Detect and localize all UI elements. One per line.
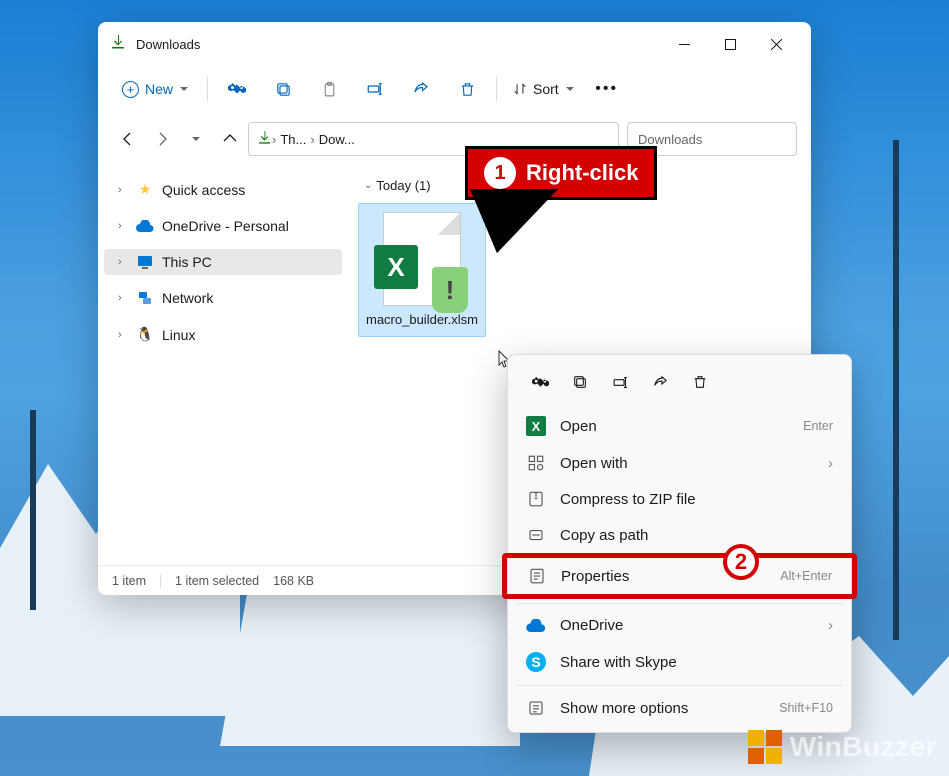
ctx-skype[interactable]: S Share with Skype bbox=[508, 643, 851, 681]
linux-icon: 🐧 bbox=[136, 326, 154, 343]
titlebar: Downloads bbox=[98, 22, 811, 66]
pc-icon bbox=[136, 255, 154, 269]
ctx-share-button[interactable] bbox=[642, 367, 678, 397]
window-title: Downloads bbox=[136, 37, 661, 52]
sidebar-item-linux[interactable]: › 🐧 Linux bbox=[104, 321, 342, 348]
skype-icon: S bbox=[526, 652, 546, 672]
excel-icon: X bbox=[526, 416, 546, 436]
downloads-icon bbox=[110, 34, 126, 55]
nav-row: › Th... › Dow... Downloads bbox=[98, 116, 811, 168]
sidebar: › ★ Quick access › OneDrive - Personal ›… bbox=[98, 168, 348, 561]
cloud-icon bbox=[526, 619, 546, 632]
minimize-button[interactable] bbox=[661, 28, 707, 60]
context-toolbar bbox=[508, 361, 851, 407]
plus-icon: + bbox=[122, 81, 139, 98]
up-button[interactable] bbox=[214, 122, 246, 156]
cloud-icon bbox=[136, 220, 154, 232]
sort-button[interactable]: Sort bbox=[505, 81, 583, 97]
network-icon bbox=[136, 291, 154, 305]
star-icon: ★ bbox=[136, 181, 154, 198]
toolbar: + New Sort ••• bbox=[98, 66, 811, 116]
rename-button[interactable] bbox=[354, 72, 396, 106]
chevron-right-icon: › bbox=[828, 455, 833, 472]
more-button[interactable]: ••• bbox=[587, 72, 627, 106]
cut-button[interactable] bbox=[216, 72, 258, 106]
ctx-delete-button[interactable] bbox=[682, 367, 718, 397]
recent-button[interactable] bbox=[180, 122, 212, 156]
ctx-onedrive[interactable]: OneDrive › bbox=[508, 608, 851, 643]
ctx-open-with[interactable]: Open with › bbox=[508, 445, 851, 481]
chevron-right-icon: › bbox=[828, 617, 833, 634]
ctx-cut-button[interactable] bbox=[522, 367, 558, 397]
copy-button[interactable] bbox=[262, 72, 304, 106]
open-with-icon bbox=[526, 454, 546, 472]
share-button[interactable] bbox=[400, 72, 442, 106]
downloads-icon bbox=[257, 130, 272, 148]
context-menu: X Open Enter Open with › Compress to ZIP… bbox=[507, 354, 852, 733]
delete-button[interactable] bbox=[446, 72, 488, 106]
more-icon bbox=[526, 699, 546, 717]
sidebar-item-quickaccess[interactable]: › ★ Quick access bbox=[104, 176, 342, 203]
sidebar-item-network[interactable]: › Network bbox=[104, 285, 342, 311]
copy-path-icon bbox=[526, 526, 546, 544]
back-button[interactable] bbox=[112, 122, 144, 156]
ctx-more-options[interactable]: Show more options Shift+F10 bbox=[508, 690, 851, 726]
callout-2: 2 bbox=[723, 544, 759, 580]
ctx-copy-path[interactable]: Copy as path bbox=[508, 517, 851, 553]
properties-icon bbox=[527, 567, 547, 585]
chevron-down-icon bbox=[179, 84, 189, 94]
forward-button[interactable] bbox=[146, 122, 178, 156]
chevron-down-icon bbox=[565, 84, 575, 94]
maximize-button[interactable] bbox=[707, 28, 753, 60]
ctx-open[interactable]: X Open Enter bbox=[508, 407, 851, 445]
ctx-copy-button[interactable] bbox=[562, 367, 598, 397]
new-button[interactable]: + New bbox=[112, 75, 199, 104]
sidebar-item-onedrive[interactable]: › OneDrive - Personal bbox=[104, 213, 342, 239]
zip-icon bbox=[526, 490, 546, 508]
callout-1: 1 Right-click bbox=[465, 146, 657, 200]
ctx-rename-button[interactable] bbox=[602, 367, 638, 397]
ctx-compress[interactable]: Compress to ZIP file bbox=[508, 481, 851, 517]
sidebar-item-thispc[interactable]: › This PC bbox=[104, 249, 342, 275]
close-button[interactable] bbox=[753, 28, 799, 60]
file-item[interactable]: X ! macro_builder.xlsm bbox=[358, 203, 486, 337]
paste-button[interactable] bbox=[308, 72, 350, 106]
ctx-properties[interactable]: Properties Alt+Enter bbox=[502, 553, 857, 599]
excel-file-icon: X ! bbox=[383, 212, 461, 306]
